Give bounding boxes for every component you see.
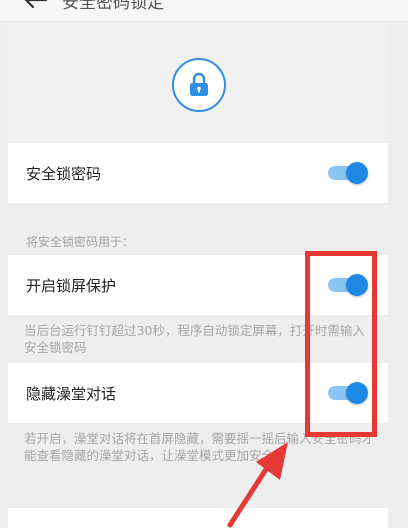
annotation-arrow-icon	[227, 442, 288, 528]
section-caption: 将安全锁密码用于：	[26, 235, 135, 249]
bottom-row	[8, 508, 388, 528]
setting-label: 安全锁密码	[26, 165, 102, 183]
arrow-left-icon[interactable]	[22, 0, 48, 10]
toggle-knob	[346, 162, 368, 184]
setting-label: 开启锁屏保护	[26, 277, 117, 295]
lock-icon	[190, 72, 208, 96]
security-password-toggle[interactable]	[328, 162, 368, 184]
highlight-annotation-box	[305, 251, 377, 437]
page-title: 安全密码锁定	[62, 0, 164, 13]
setting-row-security-password[interactable]: 安全锁密码	[8, 143, 388, 203]
lock-badge	[172, 58, 226, 112]
setting-label: 隐藏澡堂对话	[26, 385, 117, 403]
top-bar: 安全密码锁定	[0, 0, 408, 22]
